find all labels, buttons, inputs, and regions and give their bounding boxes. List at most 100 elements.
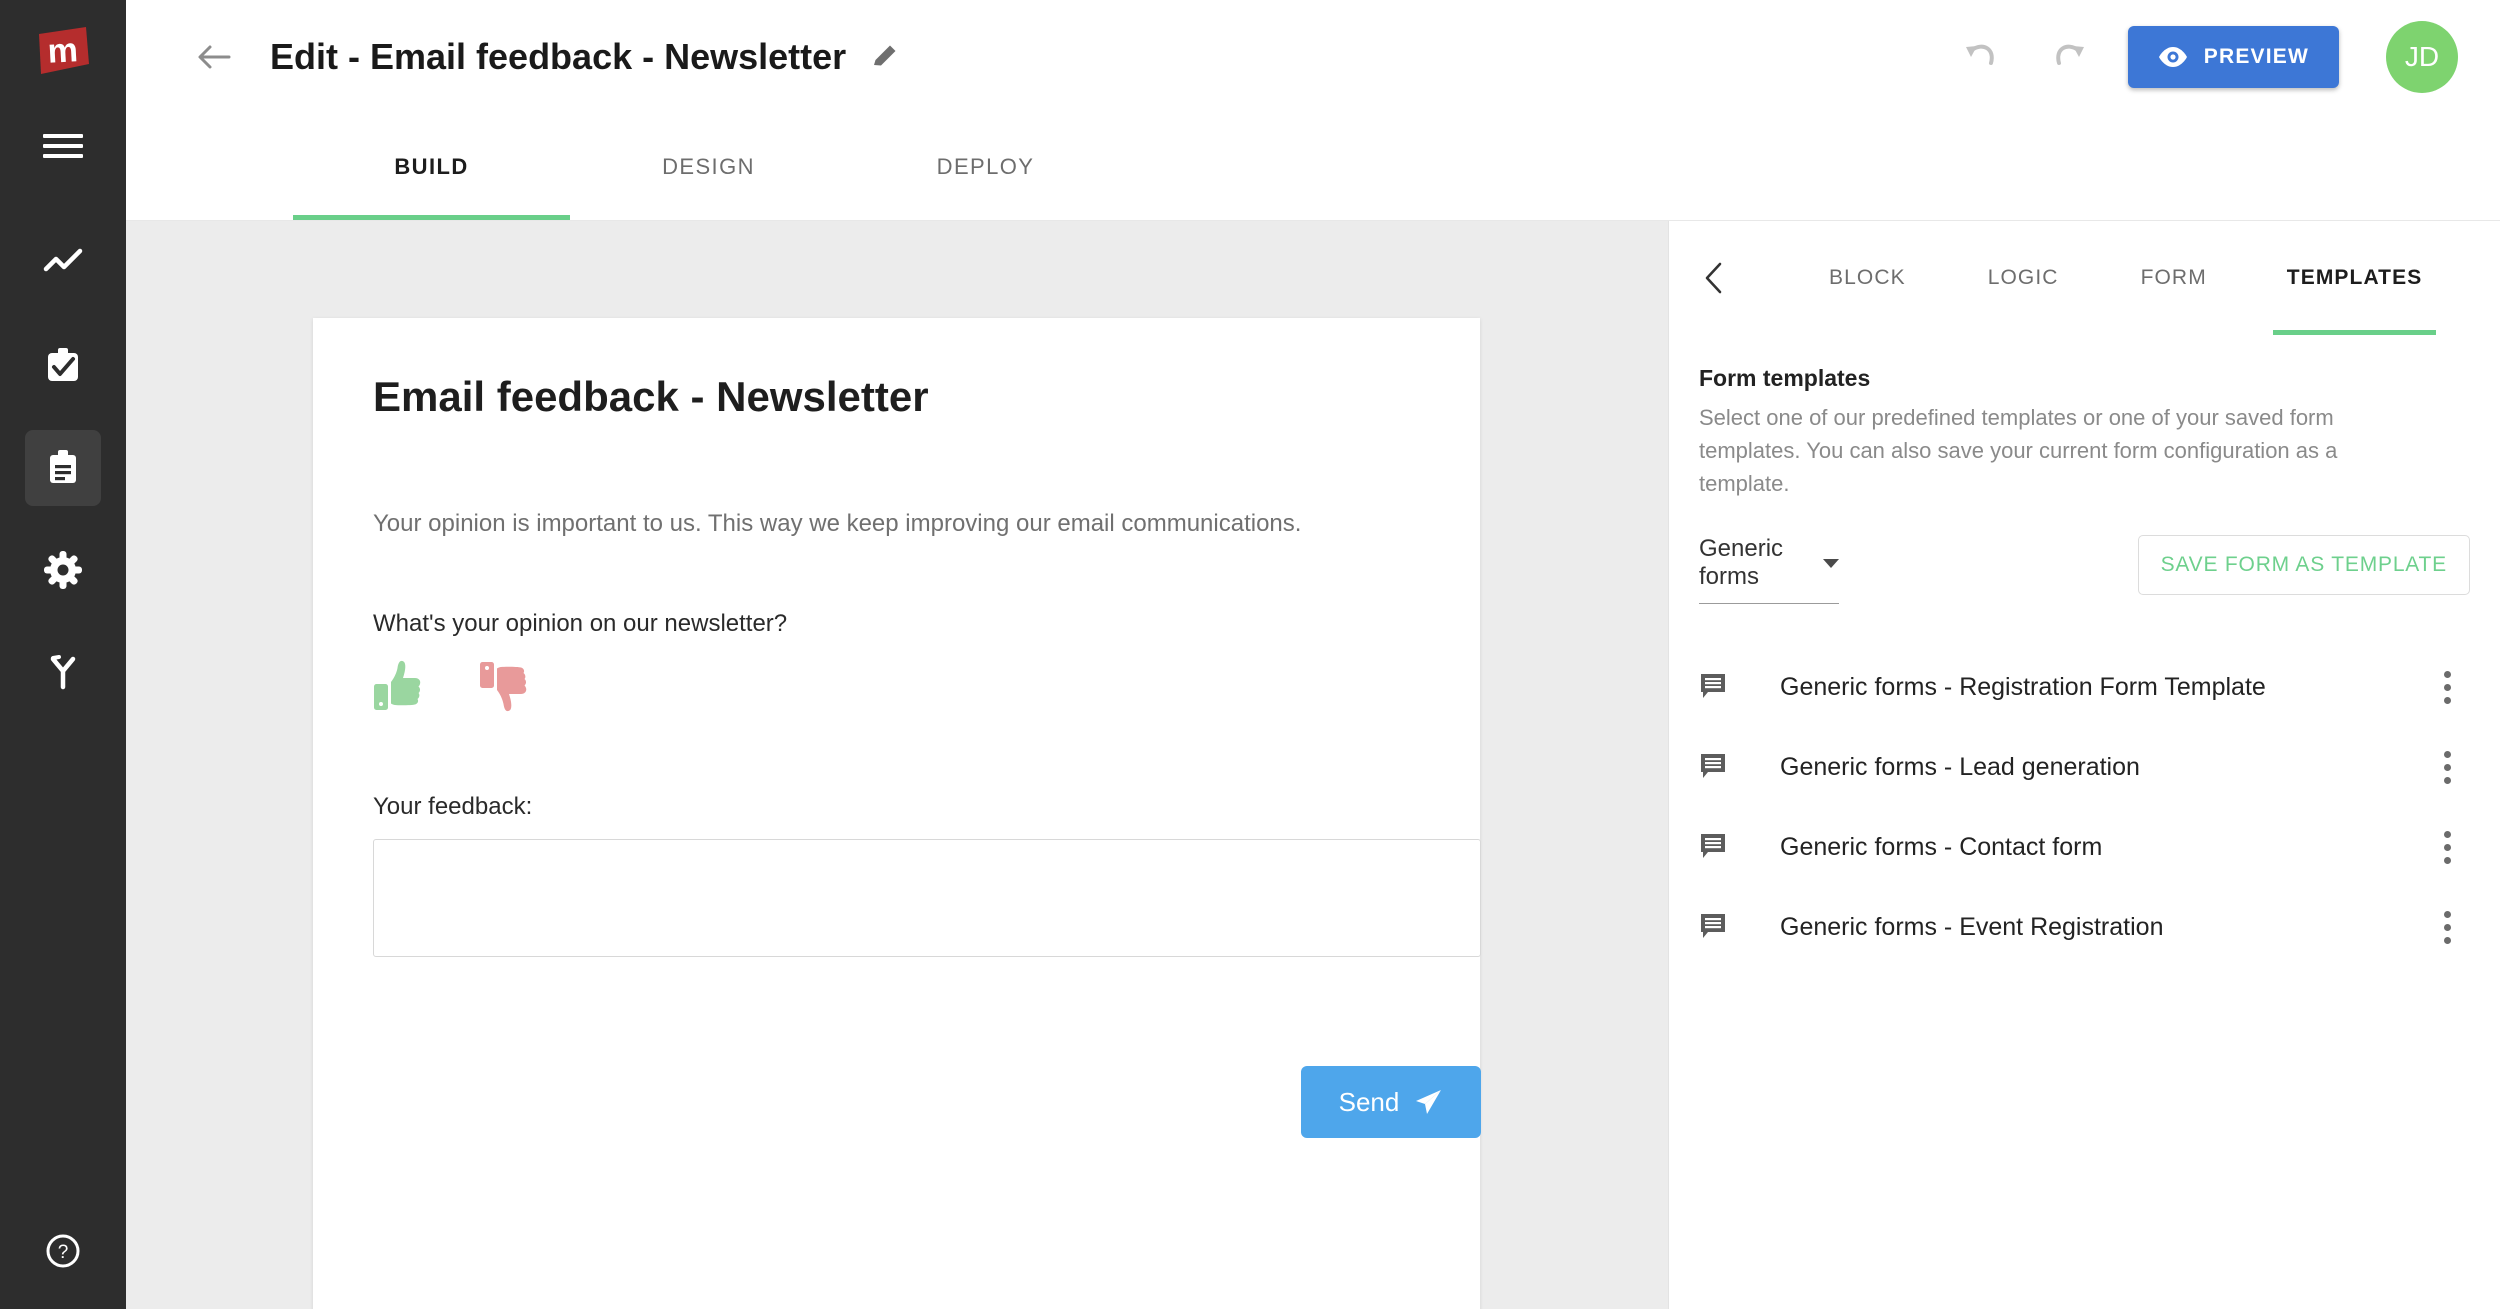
list-item-label: Generic forms - Registration Form Templa… <box>1780 672 2266 701</box>
tab-logic[interactable]: LOGIC <box>1962 221 2085 335</box>
form-intro-text: Your opinion is important to us. This wa… <box>373 510 1302 537</box>
template-category-select[interactable]: Generic forms <box>1699 535 1839 604</box>
sidebar-item-forms[interactable] <box>25 430 101 506</box>
tab-templates[interactable]: TEMPLATES <box>2261 221 2449 335</box>
tab-deploy[interactable]: DEPLOY <box>847 113 1124 220</box>
app-root: m ? Edit - Email feedback - Newsletter P… <box>0 0 2500 1309</box>
app-logo[interactable]: m <box>32 22 94 84</box>
gear-settings-icon <box>42 549 84 591</box>
avatar-initials: JD <box>2404 41 2440 72</box>
tab-templates-label: TEMPLATES <box>2286 266 2423 289</box>
merge-branch-icon <box>42 651 84 693</box>
more-dot <box>2443 830 2451 838</box>
panel-heading: Form templates <box>1699 365 1871 391</box>
tab-block[interactable]: BLOCK <box>1803 221 1932 335</box>
more-dot <box>2443 763 2451 771</box>
page-title: Edit - Email feedback - Newsletter <box>270 36 847 77</box>
more-dot <box>2443 923 2451 931</box>
analytics-line-chart-icon <box>42 243 84 285</box>
save-form-as-template-button[interactable]: SAVE FORM AS TEMPLATE <box>2137 535 2470 595</box>
sidebar-item-workflows[interactable] <box>25 634 101 710</box>
panel-tab-bar: BLOCK LOGIC FORM TEMPLATES <box>1669 221 2500 335</box>
more-vertical-icon[interactable] <box>2424 657 2470 717</box>
panel-description: Select one of our predefined templates o… <box>1699 405 2338 496</box>
list-item[interactable]: Generic forms - Event Registration <box>1699 887 2470 967</box>
more-dot <box>2443 696 2451 704</box>
form-submit-row: Send <box>373 1066 1481 1138</box>
list-item-label: Generic forms - Event Registration <box>1780 912 2164 941</box>
header-actions: PREVIEW JD <box>1952 21 2500 93</box>
send-button[interactable]: Send <box>1301 1066 1481 1138</box>
panel-controls-row: Generic forms SAVE FORM AS TEMPLATE <box>1699 535 2470 604</box>
form-title: Email feedback - Newsletter <box>373 373 929 420</box>
more-dot <box>2443 683 2451 691</box>
more-dot <box>2443 750 2451 758</box>
more-dot <box>2443 910 2451 918</box>
thumbs-choice-group <box>373 658 1450 719</box>
tab-block-label: BLOCK <box>1829 266 1906 289</box>
sidebar-item-analytics[interactable] <box>25 226 101 302</box>
top-header: Edit - Email feedback - Newsletter PREVI… <box>126 0 2500 114</box>
list-item-label: Generic forms - Contact form <box>1780 832 2103 861</box>
list-item[interactable]: Generic forms - Registration Form Templa… <box>1699 647 2470 727</box>
undo-icon[interactable] <box>1952 28 2010 86</box>
redo-icon[interactable] <box>2040 28 2098 86</box>
help-circle-icon: ? <box>44 1232 82 1275</box>
form-template-icon <box>1699 912 1743 942</box>
svg-text:m: m <box>47 31 79 71</box>
list-item[interactable]: Generic forms - Lead generation <box>1699 727 2470 807</box>
clipboard-check-icon <box>42 345 84 387</box>
preview-button[interactable]: PREVIEW <box>2127 26 2339 88</box>
more-dot <box>2443 670 2451 678</box>
more-vertical-icon[interactable] <box>2424 897 2470 957</box>
panel-body: Form templates Select one of our predefi… <box>1669 365 2500 967</box>
list-item-label: Generic forms - Lead generation <box>1780 752 2140 781</box>
right-properties-panel: BLOCK LOGIC FORM TEMPLATES Form template… <box>1668 221 2500 1309</box>
form-template-icon <box>1699 672 1743 702</box>
back-arrow-icon[interactable] <box>191 34 237 80</box>
svg-text:?: ? <box>58 1242 69 1263</box>
thumbs-down-icon[interactable] <box>479 658 531 719</box>
rail-item-list <box>25 226 101 736</box>
save-form-as-template-label: SAVE FORM AS TEMPLATE <box>2160 553 2447 576</box>
form-template-icon <box>1699 752 1743 782</box>
form-canvas: Email feedback - Newsletter Your opinion… <box>126 221 1668 1309</box>
sidebar-item-tasks[interactable] <box>25 328 101 404</box>
tab-logic-label: LOGIC <box>1987 266 2059 289</box>
tab-active-indicator <box>2272 330 2437 335</box>
pencil-edit-icon[interactable] <box>868 40 902 74</box>
hamburger-bar <box>43 144 83 148</box>
avatar[interactable]: JD <box>2386 21 2458 93</box>
form-card: Email feedback - Newsletter Your opinion… <box>313 318 1481 1309</box>
more-vertical-icon[interactable] <box>2424 817 2470 877</box>
feedback-textarea[interactable] <box>373 839 1481 957</box>
thumbs-up-icon[interactable] <box>373 658 425 719</box>
template-list: Generic forms - Registration Form Templa… <box>1699 647 2470 967</box>
tab-form[interactable]: FORM <box>2115 221 2233 335</box>
form-question-label: What's your opinion on our newsletter? <box>373 610 788 637</box>
tab-build-label: BUILD <box>394 153 469 179</box>
more-vertical-icon[interactable] <box>2424 737 2470 797</box>
template-category-value: Generic forms <box>1699 535 1784 590</box>
sidebar-item-help[interactable]: ? <box>32 1222 94 1284</box>
hamburger-bar <box>43 154 83 158</box>
hamburger-menu-icon[interactable] <box>32 120 94 172</box>
chevron-down-icon <box>1823 558 1839 568</box>
tab-design-label: DESIGN <box>662 153 755 179</box>
list-item[interactable]: Generic forms - Contact form <box>1699 807 2470 887</box>
tab-build[interactable]: BUILD <box>293 113 570 220</box>
tab-design[interactable]: DESIGN <box>570 113 847 220</box>
left-nav-rail: m ? <box>0 0 126 1309</box>
sidebar-item-settings[interactable] <box>25 532 101 608</box>
eye-icon <box>2158 46 2188 68</box>
tab-active-indicator <box>293 215 570 220</box>
more-dot <box>2443 856 2451 864</box>
chevron-left-icon[interactable] <box>1689 252 1741 304</box>
tab-deploy-label: DEPLOY <box>936 153 1035 179</box>
tab-form-label: FORM <box>2140 266 2207 289</box>
feedback-field-label: Your feedback: <box>373 793 533 820</box>
main-tab-bar: BUILD DESIGN DEPLOY <box>126 114 2500 221</box>
form-template-icon <box>1699 832 1743 862</box>
clipboard-list-icon <box>42 447 84 489</box>
more-dot <box>2443 936 2451 944</box>
